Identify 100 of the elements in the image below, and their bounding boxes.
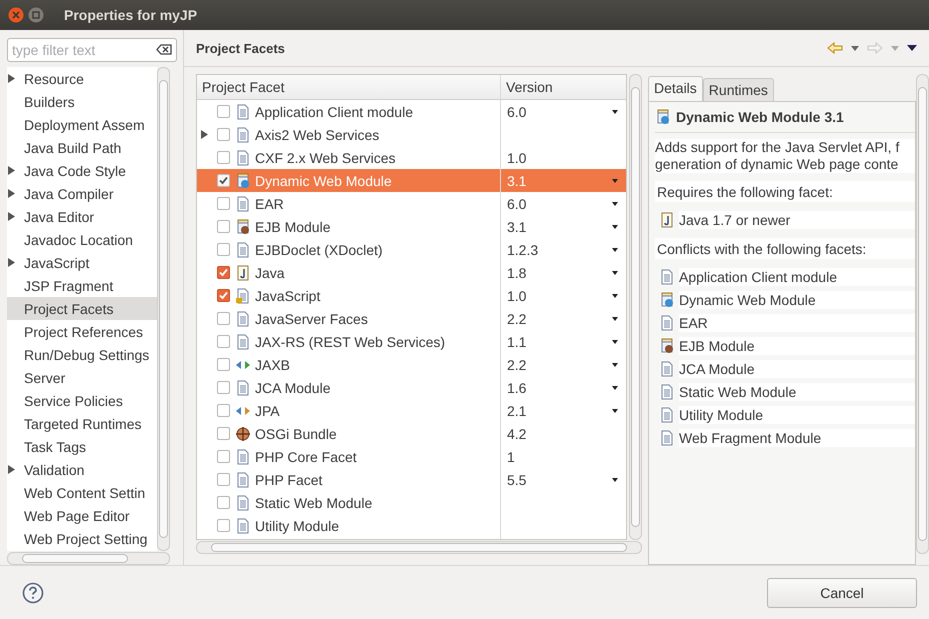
- sidebar-item[interactable]: JSP Fragment: [7, 274, 157, 297]
- dropdown-icon[interactable]: [612, 316, 618, 320]
- table-row[interactable]: Java 1.8: [197, 261, 626, 284]
- checkbox[interactable]: [217, 243, 230, 256]
- checkbox[interactable]: [217, 381, 230, 394]
- sidebar-item[interactable]: Java Build Path: [7, 136, 157, 159]
- checkbox[interactable]: [217, 105, 230, 118]
- table-row[interactable]: EJBDoclet (XDoclet) 1.2.3: [197, 238, 626, 261]
- sidebar-item[interactable]: Resource: [7, 67, 157, 90]
- expand-icon[interactable]: [8, 258, 15, 267]
- checkbox[interactable]: [217, 358, 230, 371]
- tab[interactable]: Details: [648, 76, 703, 101]
- scrollbar[interactable]: [196, 541, 642, 554]
- checkbox[interactable]: [217, 312, 230, 325]
- dropdown-icon[interactable]: [612, 224, 618, 228]
- conflicting-facet: EAR: [679, 314, 915, 332]
- checkbox[interactable]: [217, 519, 230, 532]
- filter-field[interactable]: type filter text: [7, 38, 177, 62]
- sidebar-item[interactable]: JavaScript: [7, 251, 157, 274]
- table-row[interactable]: JAXB 2.2: [197, 353, 626, 376]
- checkbox[interactable]: [217, 450, 230, 463]
- conflicting-facet: EJB Module: [679, 337, 915, 355]
- dropdown-icon[interactable]: [612, 270, 618, 274]
- dropdown-icon[interactable]: [612, 408, 618, 412]
- checkbox[interactable]: [217, 289, 230, 302]
- sidebar-item[interactable]: Java Code Style: [7, 159, 157, 182]
- dropdown-icon[interactable]: [612, 386, 618, 390]
- sidebar-item[interactable]: Java Compiler: [7, 182, 157, 205]
- column-header[interactable]: Project Facet: [197, 75, 501, 99]
- table-row[interactable]: EAR 6.0: [197, 192, 626, 215]
- dropdown-icon[interactable]: [612, 340, 618, 344]
- checkbox[interactable]: [217, 151, 230, 164]
- expand-icon[interactable]: [8, 465, 15, 474]
- dropdown-icon[interactable]: [612, 362, 618, 366]
- sidebar-item[interactable]: Builders: [7, 90, 157, 113]
- menu-icon[interactable]: [907, 45, 917, 51]
- scrollbar[interactable]: [157, 67, 170, 551]
- table-row[interactable]: JavaServer Faces 2.2: [197, 307, 626, 330]
- sidebar-item[interactable]: Task Tags: [7, 435, 157, 458]
- sidebar-item[interactable]: Targeted Runtimes: [7, 412, 157, 435]
- sidebar-item[interactable]: Project References: [7, 320, 157, 343]
- tab[interactable]: Runtimes: [702, 78, 774, 101]
- table-row[interactable]: PHP Facet 5.5: [197, 468, 626, 491]
- scrollbar[interactable]: [629, 74, 642, 540]
- checkbox[interactable]: [217, 404, 230, 417]
- dropdown-icon[interactable]: [612, 248, 618, 252]
- dropdown-icon[interactable]: [612, 294, 618, 298]
- table-row[interactable]: Application Client module 6.0: [197, 100, 626, 123]
- dropdown-icon[interactable]: [612, 478, 618, 482]
- sidebar-item[interactable]: Deployment Assem: [7, 113, 157, 136]
- checkbox[interactable]: [217, 427, 230, 440]
- table-row[interactable]: JPA 2.1: [197, 399, 626, 422]
- cancel-button[interactable]: Cancel: [767, 578, 917, 608]
- dropdown-icon[interactable]: [612, 110, 618, 114]
- checkbox[interactable]: [217, 473, 230, 486]
- scrollbar[interactable]: [7, 552, 170, 565]
- sidebar-item[interactable]: Validation: [7, 458, 157, 481]
- expand-icon[interactable]: [201, 130, 208, 139]
- checkbox[interactable]: [217, 197, 230, 210]
- table-row[interactable]: PHP Core Facet 1: [197, 445, 626, 468]
- document-icon: [235, 196, 251, 212]
- sidebar-item[interactable]: Web Project Setting: [7, 527, 157, 550]
- table-row[interactable]: EJB Module 3.1: [197, 215, 626, 238]
- table-row[interactable]: Axis2 Web Services: [197, 123, 626, 146]
- minimize-icon[interactable]: [28, 7, 44, 23]
- sidebar-item[interactable]: Service Policies: [7, 389, 157, 412]
- expand-icon[interactable]: [8, 166, 15, 175]
- expand-icon[interactable]: [8, 74, 15, 83]
- table-row[interactable]: OSGi Bundle 4.2: [197, 422, 626, 445]
- sidebar-item[interactable]: Project Facets: [7, 297, 157, 320]
- checkbox[interactable]: [217, 128, 230, 141]
- checkbox[interactable]: [217, 496, 230, 509]
- facet-name: PHP Core Facet: [255, 448, 357, 464]
- table-row[interactable]: JAX-RS (REST Web Services) 1.1: [197, 330, 626, 353]
- clear-icon[interactable]: [156, 44, 172, 55]
- sidebar-item[interactable]: Java Editor: [7, 205, 157, 228]
- close-icon[interactable]: [8, 7, 24, 23]
- checkbox[interactable]: [217, 174, 230, 187]
- sidebar-item[interactable]: Web Content Settin: [7, 481, 157, 504]
- dropdown-icon[interactable]: [612, 202, 618, 206]
- checkbox[interactable]: [217, 220, 230, 233]
- expand-icon[interactable]: [8, 189, 15, 198]
- checkbox[interactable]: [217, 335, 230, 348]
- table-row[interactable]: Utility Module: [197, 514, 626, 537]
- help-icon[interactable]: [22, 582, 44, 604]
- facet-name: JavaServer Faces: [255, 310, 368, 326]
- table-row[interactable]: JavaScript 1.0: [197, 284, 626, 307]
- scrollbar[interactable]: [916, 74, 929, 554]
- table-row[interactable]: Static Web Module: [197, 491, 626, 514]
- sidebar-item[interactable]: Web Page Editor: [7, 504, 157, 527]
- checkbox[interactable]: [217, 266, 230, 279]
- back-arrow-icon[interactable]: [827, 42, 843, 54]
- expand-icon[interactable]: [8, 212, 15, 221]
- sidebar-item[interactable]: Run/Debug Settings: [7, 343, 157, 366]
- description-text: generation of dynamic Web page conte: [655, 156, 900, 173]
- sidebar-item[interactable]: Javadoc Location: [7, 228, 157, 251]
- table-row[interactable]: JCA Module 1.6: [197, 376, 626, 399]
- sidebar-item[interactable]: Server: [7, 366, 157, 389]
- dropdown-icon[interactable]: [612, 178, 618, 182]
- column-header[interactable]: Version: [501, 75, 626, 99]
